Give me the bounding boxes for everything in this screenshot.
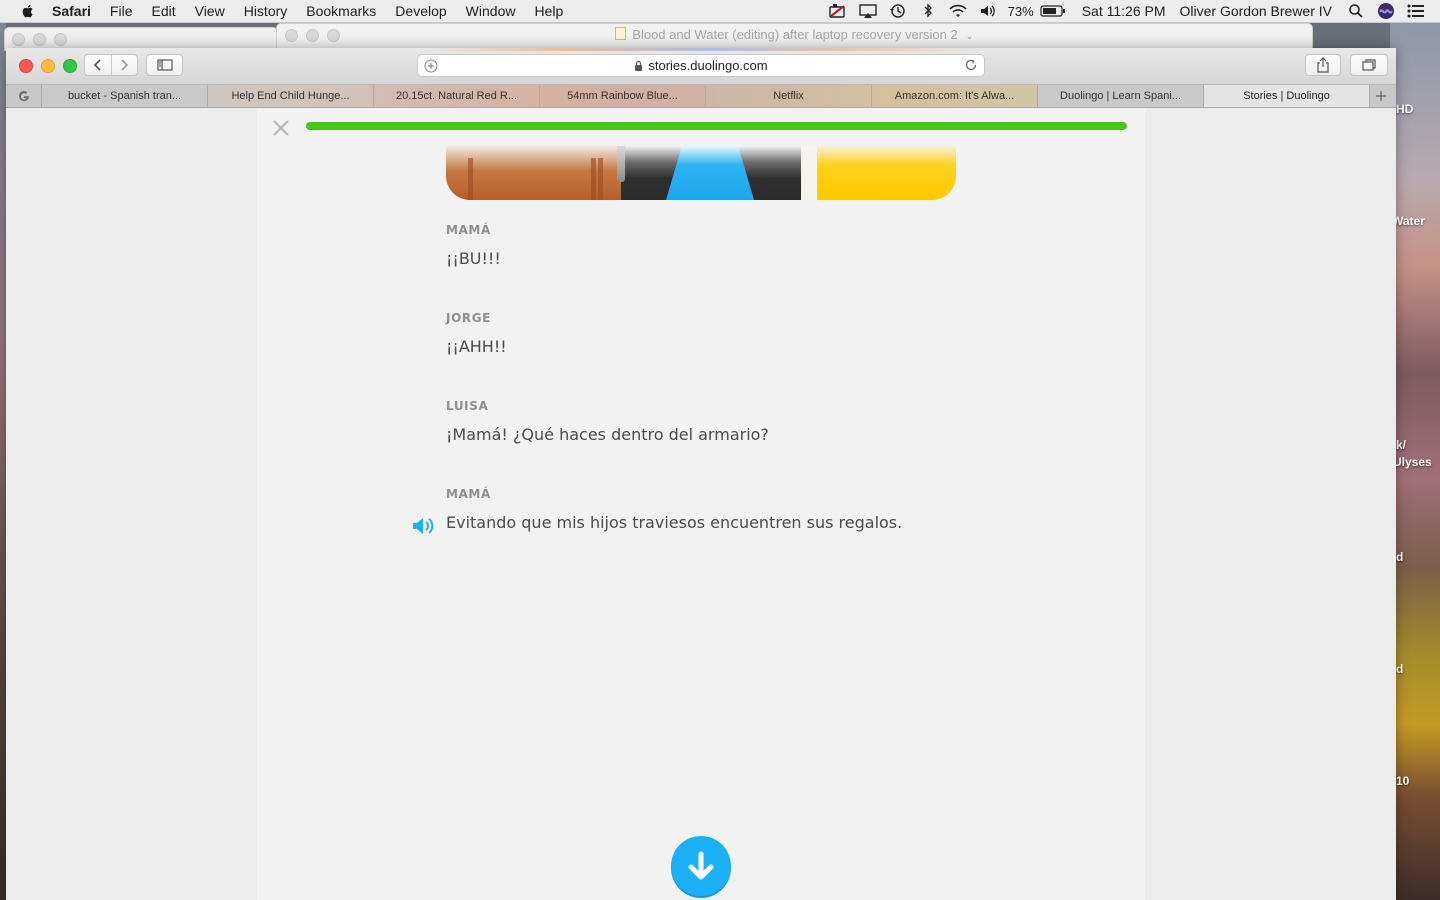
add-bookmark-icon[interactable]: [424, 59, 438, 73]
sidebar-toggle-button[interactable]: [146, 54, 183, 76]
share-icon: [1317, 57, 1329, 73]
volume-icon[interactable]: [978, 3, 998, 19]
share-button[interactable]: [1305, 54, 1341, 76]
browser-tab-active[interactable]: Stories | Duolingo: [1204, 85, 1370, 107]
apple-icon[interactable]: [20, 3, 36, 19]
tabs-overview-icon: [1362, 59, 1376, 71]
story-container: MAMÁ ¡¡BU!!! JORGE ¡¡AHH!! LUISA ¡Mamá! …: [257, 108, 1145, 900]
story-line-text[interactable]: ¡¡BU!!!: [446, 249, 501, 268]
safari-window: stories.duolingo.com bucket - Spanish tr…: [6, 48, 1396, 900]
browser-tab[interactable]: Duolingo | Learn Spani...: [1038, 85, 1204, 107]
new-tab-button[interactable]: [1370, 85, 1392, 107]
desktop-label[interactable]: Ulyses: [1393, 455, 1432, 469]
menu-window[interactable]: Window: [466, 3, 516, 19]
menu-help[interactable]: Help: [534, 3, 563, 19]
reload-icon[interactable]: [964, 58, 978, 72]
sidebar-icon: [156, 59, 173, 71]
illustration-hanger: [617, 146, 625, 182]
time-machine-icon[interactable]: [888, 3, 908, 19]
story-line-current: MAMÁ Evitando que mis hijos traviesos en…: [413, 487, 902, 534]
illustration-yellow-panel: [817, 146, 956, 200]
menu-edit[interactable]: Edit: [151, 3, 175, 19]
screen-recorder-icon[interactable]: [828, 3, 848, 19]
story-progress-fill: [306, 122, 1127, 130]
story-line-text[interactable]: ¡¡AHH!!: [446, 337, 507, 356]
lock-icon: [635, 60, 643, 71]
browser-tab[interactable]: bucket - Spanish tran...: [42, 85, 208, 107]
background-window-controls: [285, 29, 348, 42]
story-line-text[interactable]: Evitando que mis hijos traviesos encuent…: [446, 513, 902, 532]
menubar-clock[interactable]: Sat 11:26 PM: [1082, 3, 1166, 19]
browser-tab[interactable]: 54mm Rainbow Blue...: [540, 85, 706, 107]
chevron-left-icon: [93, 59, 101, 71]
battery-percent: 73%: [1007, 3, 1034, 19]
desktop-label[interactable]: d: [1396, 662, 1403, 676]
story-progress-bar: [306, 122, 1127, 130]
zoom-window-button[interactable]: [63, 59, 77, 73]
pinned-tab-google[interactable]: [6, 85, 42, 107]
battery-icon[interactable]: [1040, 3, 1066, 19]
desktop-label[interactable]: k/: [1396, 438, 1406, 452]
speaker-name: LUISA: [446, 399, 489, 413]
wifi-icon[interactable]: [948, 3, 968, 19]
page-load-glow: [426, 48, 986, 51]
menu-file[interactable]: File: [110, 3, 133, 19]
chevron-right-icon: [121, 59, 129, 71]
tab-bar: bucket - Spanish tran... Help End Child …: [6, 85, 1396, 108]
menu-bookmarks[interactable]: Bookmarks: [306, 3, 376, 19]
illustration-wardrobe-left: [446, 146, 621, 200]
navigation-buttons: [84, 54, 138, 76]
address-bar[interactable]: stories.duolingo.com: [417, 54, 985, 77]
speaker-name: MAMÁ: [446, 487, 491, 501]
continue-button[interactable]: [671, 836, 731, 896]
background-window-title: Blood and Water (editing) after laptop r…: [632, 27, 958, 42]
close-icon[interactable]: [271, 118, 291, 138]
plus-icon: [1376, 91, 1386, 101]
menu-bar: Safari File Edit View History Bookmarks …: [0, 0, 1440, 23]
web-page: MAMÁ ¡¡BU!!! JORGE ¡¡AHH!! LUISA ¡Mamá! …: [6, 108, 1396, 900]
menubar-user[interactable]: Oliver Gordon Brewer IV: [1180, 3, 1333, 19]
background-document-window[interactable]: Blood and Water (editing) after laptop r…: [276, 23, 1313, 49]
speaker-name: JORGE: [446, 311, 491, 325]
menu-safari[interactable]: Safari: [52, 3, 91, 19]
speaker-name: MAMÁ: [446, 223, 491, 237]
spotlight-search-icon[interactable]: [1346, 3, 1366, 19]
menu-history[interactable]: History: [244, 3, 288, 19]
minimize-window-button[interactable]: [41, 59, 55, 73]
story-line: LUISA ¡Mamá! ¿Qué haces dentro del armar…: [446, 399, 769, 444]
safari-toolbar: stories.duolingo.com: [6, 48, 1396, 85]
browser-tab[interactable]: Help End Child Hunge...: [208, 85, 374, 107]
browser-tab[interactable]: 20.15ct. Natural Red R...: [374, 85, 540, 107]
chevron-down-icon[interactable]: ⌄: [965, 31, 973, 42]
document-icon: [615, 27, 627, 40]
desktop-label[interactable]: 10: [1396, 774, 1409, 788]
desktop-label[interactable]: HD: [1396, 102, 1413, 116]
browser-tab[interactable]: Amazon.com: It's Alwa...: [872, 85, 1038, 107]
close-window-button[interactable]: [19, 59, 33, 73]
window-controls: [19, 59, 85, 73]
siri-icon[interactable]: [1376, 3, 1396, 19]
story-line-text[interactable]: ¡Mamá! ¿Qué haces dentro del armario?: [446, 425, 769, 444]
notification-center-icon[interactable]: [1406, 3, 1426, 19]
speaker-audio-icon[interactable]: [411, 516, 437, 536]
address-bar-url: stories.duolingo.com: [648, 58, 768, 73]
desktop-label[interactable]: Water: [1392, 214, 1425, 228]
back-button[interactable]: [85, 55, 111, 75]
menu-view[interactable]: View: [195, 3, 225, 19]
browser-tab[interactable]: Netflix: [706, 85, 872, 107]
story-line: MAMÁ ¡¡BU!!!: [446, 223, 501, 268]
background-window-controls: [12, 33, 75, 46]
menu-develop[interactable]: Develop: [395, 3, 446, 19]
airplay-icon[interactable]: [858, 3, 878, 19]
desktop-label[interactable]: d: [1396, 550, 1403, 564]
forward-button[interactable]: [112, 55, 138, 75]
bluetooth-icon[interactable]: [918, 3, 938, 19]
arrow-down-icon: [688, 851, 714, 880]
google-icon: [18, 91, 29, 102]
story-illustration: [446, 146, 956, 200]
story-line: JORGE ¡¡AHH!!: [446, 311, 507, 356]
illustration-divider: [801, 146, 817, 200]
show-all-tabs-button[interactable]: [1350, 54, 1388, 76]
